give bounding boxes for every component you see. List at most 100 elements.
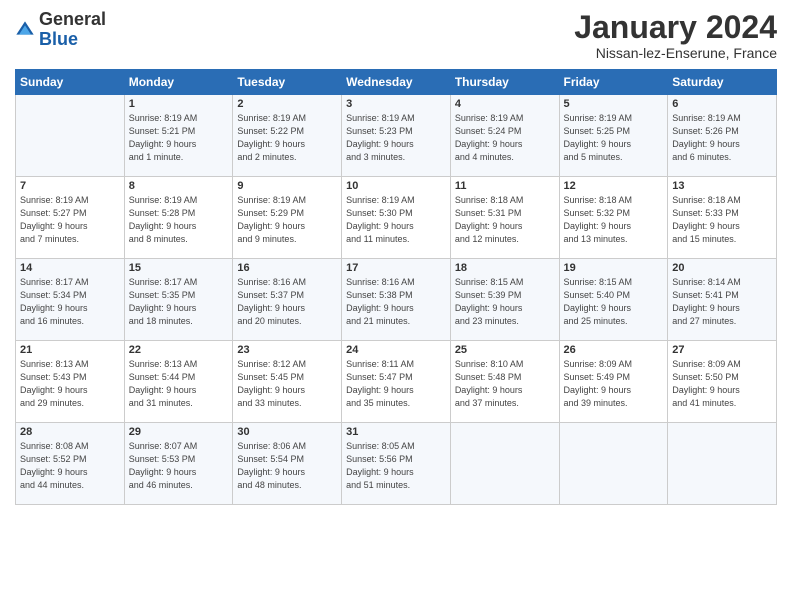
day-cell: 22Sunrise: 8:13 AM Sunset: 5:44 PM Dayli…	[124, 341, 233, 423]
day-info: Sunrise: 8:09 AM Sunset: 5:49 PM Dayligh…	[564, 358, 664, 410]
day-cell: 31 Sunrise: 8:05 AM Sunset: 5:56 PM Dayli…	[342, 423, 451, 505]
day-number: 13	[672, 180, 772, 192]
day-info: Sunrise: 8:15 AM Sunset: 5:40 PM Dayligh…	[564, 276, 664, 328]
day-number: 7	[20, 180, 120, 192]
day-cell: 16 Sunrise: 8:16 AM Sunset: 5:37 PM Dayli…	[233, 259, 342, 341]
day-info: Sunrise: 8:19 AM Sunset: 5:21 PM Dayligh…	[129, 112, 229, 164]
day-cell: 8 Sunrise: 8:19 AM Sunset: 5:28 PM Daylig…	[124, 177, 233, 259]
header-row: SundayMondayTuesdayWednesdayThursdayFrid…	[16, 70, 777, 95]
day-number: 18	[455, 262, 555, 274]
day-info: Sunrise: 8:18 AM Sunset: 5:31 PM Dayligh…	[455, 194, 555, 246]
day-number: 23	[237, 344, 337, 356]
day-info: Sunrise: 8:08 AM Sunset: 5:52 PM Dayligh…	[20, 440, 120, 492]
day-info: Sunrise: 8:05 AM Sunset: 5:56 PM Dayligh…	[346, 440, 446, 492]
day-cell: 4 Sunrise: 8:19 AM Sunset: 5:24 PM Daylig…	[450, 95, 559, 177]
page-container: General Blue January 2024 Nissan-lez-Ens…	[0, 0, 792, 515]
day-number: 31	[346, 426, 446, 438]
day-cell: 14 Sunrise: 8:17 AM Sunset: 5:34 PM Dayli…	[16, 259, 125, 341]
day-number: 22	[129, 344, 229, 356]
logo-general: General	[39, 9, 106, 29]
day-cell	[668, 423, 777, 505]
day-number: 2	[237, 98, 337, 110]
day-cell: 30Sunrise: 8:06 AM Sunset: 5:54 PM Dayli…	[233, 423, 342, 505]
day-number: 12	[564, 180, 664, 192]
day-number: 28	[20, 426, 120, 438]
day-number: 11	[455, 180, 555, 192]
day-info: Sunrise: 8:09 AM Sunset: 5:50 PM Dayligh…	[672, 358, 772, 410]
day-info: Sunrise: 8:19 AM Sunset: 5:27 PM Dayligh…	[20, 194, 120, 246]
day-cell: 6 Sunrise: 8:19 AM Sunset: 5:26 PM Daylig…	[668, 95, 777, 177]
day-info: Sunrise: 8:19 AM Sunset: 5:30 PM Dayligh…	[346, 194, 446, 246]
day-number: 24	[346, 344, 446, 356]
day-info: Sunrise: 8:12 AM Sunset: 5:45 PM Dayligh…	[237, 358, 337, 410]
day-number: 4	[455, 98, 555, 110]
day-cell: 15 Sunrise: 8:17 AM Sunset: 5:35 PM Dayli…	[124, 259, 233, 341]
day-cell: 26 Sunrise: 8:09 AM Sunset: 5:49 PM Dayli…	[559, 341, 668, 423]
day-info: Sunrise: 8:11 AM Sunset: 5:47 PM Dayligh…	[346, 358, 446, 410]
header: General Blue January 2024 Nissan-lez-Ens…	[15, 10, 777, 61]
day-info: Sunrise: 8:19 AM Sunset: 5:24 PM Dayligh…	[455, 112, 555, 164]
day-number: 15	[129, 262, 229, 274]
day-number: 25	[455, 344, 555, 356]
day-number: 16	[237, 262, 337, 274]
day-number: 21	[20, 344, 120, 356]
col-header-monday: Monday	[124, 70, 233, 95]
logo-text: General Blue	[39, 10, 106, 50]
day-info: Sunrise: 8:19 AM Sunset: 5:22 PM Dayligh…	[237, 112, 337, 164]
day-info: Sunrise: 8:14 AM Sunset: 5:41 PM Dayligh…	[672, 276, 772, 328]
day-number: 6	[672, 98, 772, 110]
day-cell: 11 Sunrise: 8:18 AM Sunset: 5:31 PM Dayli…	[450, 177, 559, 259]
day-cell: 18 Sunrise: 8:15 AM Sunset: 5:39 PM Dayli…	[450, 259, 559, 341]
logo: General Blue	[15, 10, 106, 50]
day-number: 14	[20, 262, 120, 274]
day-number: 26	[564, 344, 664, 356]
week-row-2: 7 Sunrise: 8:19 AM Sunset: 5:27 PM Daylig…	[16, 177, 777, 259]
day-info: Sunrise: 8:19 AM Sunset: 5:28 PM Dayligh…	[129, 194, 229, 246]
week-row-4: 21 Sunrise: 8:13 AM Sunset: 5:43 PM Dayli…	[16, 341, 777, 423]
day-info: Sunrise: 8:19 AM Sunset: 5:26 PM Dayligh…	[672, 112, 772, 164]
day-cell: 27 Sunrise: 8:09 AM Sunset: 5:50 PM Dayli…	[668, 341, 777, 423]
month-title: January 2024	[574, 10, 777, 45]
col-header-saturday: Saturday	[668, 70, 777, 95]
day-info: Sunrise: 8:19 AM Sunset: 5:23 PM Dayligh…	[346, 112, 446, 164]
day-info: Sunrise: 8:18 AM Sunset: 5:33 PM Dayligh…	[672, 194, 772, 246]
day-info: Sunrise: 8:16 AM Sunset: 5:37 PM Dayligh…	[237, 276, 337, 328]
day-cell: 19 Sunrise: 8:15 AM Sunset: 5:40 PM Dayli…	[559, 259, 668, 341]
day-cell: 3Sunrise: 8:19 AM Sunset: 5:23 PM Daylig…	[342, 95, 451, 177]
day-number: 27	[672, 344, 772, 356]
day-cell: 23 Sunrise: 8:12 AM Sunset: 5:45 PM Dayli…	[233, 341, 342, 423]
day-number: 17	[346, 262, 446, 274]
day-cell: 12Sunrise: 8:18 AM Sunset: 5:32 PM Dayli…	[559, 177, 668, 259]
day-cell: 9Sunrise: 8:19 AM Sunset: 5:29 PM Daylig…	[233, 177, 342, 259]
day-cell	[450, 423, 559, 505]
logo-blue: Blue	[39, 29, 78, 49]
week-row-1: 1 Sunrise: 8:19 AM Sunset: 5:21 PM Daylig…	[16, 95, 777, 177]
col-header-wednesday: Wednesday	[342, 70, 451, 95]
day-info: Sunrise: 8:15 AM Sunset: 5:39 PM Dayligh…	[455, 276, 555, 328]
day-number: 1	[129, 98, 229, 110]
day-info: Sunrise: 8:10 AM Sunset: 5:48 PM Dayligh…	[455, 358, 555, 410]
day-info: Sunrise: 8:13 AM Sunset: 5:43 PM Dayligh…	[20, 358, 120, 410]
day-cell: 25 Sunrise: 8:10 AM Sunset: 5:48 PM Dayli…	[450, 341, 559, 423]
day-cell: 24 Sunrise: 8:11 AM Sunset: 5:47 PM Dayli…	[342, 341, 451, 423]
col-header-thursday: Thursday	[450, 70, 559, 95]
day-number: 8	[129, 180, 229, 192]
day-info: Sunrise: 8:19 AM Sunset: 5:25 PM Dayligh…	[564, 112, 664, 164]
col-header-friday: Friday	[559, 70, 668, 95]
day-number: 19	[564, 262, 664, 274]
day-cell	[559, 423, 668, 505]
week-row-5: 28 Sunrise: 8:08 AM Sunset: 5:52 PM Dayli…	[16, 423, 777, 505]
day-number: 29	[129, 426, 229, 438]
day-number: 5	[564, 98, 664, 110]
day-cell: 2 Sunrise: 8:19 AM Sunset: 5:22 PM Daylig…	[233, 95, 342, 177]
day-cell: 7 Sunrise: 8:19 AM Sunset: 5:27 PM Daylig…	[16, 177, 125, 259]
day-info: Sunrise: 8:17 AM Sunset: 5:34 PM Dayligh…	[20, 276, 120, 328]
day-cell: 21 Sunrise: 8:13 AM Sunset: 5:43 PM Dayli…	[16, 341, 125, 423]
day-info: Sunrise: 8:16 AM Sunset: 5:38 PM Dayligh…	[346, 276, 446, 328]
day-cell	[16, 95, 125, 177]
day-cell: 13 Sunrise: 8:18 AM Sunset: 5:33 PM Dayli…	[668, 177, 777, 259]
day-info: Sunrise: 8:17 AM Sunset: 5:35 PM Dayligh…	[129, 276, 229, 328]
title-block: January 2024 Nissan-lez-Enserune, France	[574, 10, 777, 61]
day-number: 20	[672, 262, 772, 274]
day-info: Sunrise: 8:19 AM Sunset: 5:29 PM Dayligh…	[237, 194, 337, 246]
